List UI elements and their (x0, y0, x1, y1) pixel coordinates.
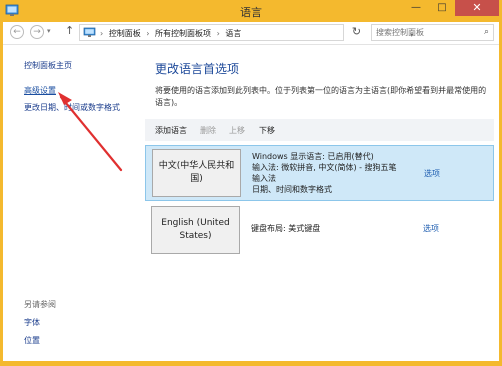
breadcrumb-language[interactable]: 语言 (225, 29, 241, 38)
annotation-arrow (58, 92, 123, 172)
breadcrumb-separator: › (146, 29, 150, 38)
language-row-english[interactable]: English (United States) 键盘布局: 美式键盘 选项 (145, 203, 494, 259)
language-name-tile[interactable]: 中文(中华人民共和国) (152, 149, 241, 197)
options-link[interactable]: 选项 (423, 223, 439, 234)
language-name-tile[interactable]: English (United States) (151, 206, 240, 254)
search-input[interactable] (376, 27, 471, 38)
title-bar: 语言 — □ ✕ (0, 0, 502, 22)
sidebar-link-fonts[interactable]: 字体 (24, 317, 40, 328)
address-bar[interactable]: › 控制面板 › 所有控制面板项 › 语言 ▾ (79, 24, 414, 41)
move-down-button[interactable]: 下移 (259, 125, 275, 136)
sidebar-link-location[interactable]: 位置 (24, 335, 40, 346)
language-detail-line: Windows 显示语言: 已启用(替代) (252, 152, 374, 161)
language-detail-line: 键盘布局: 美式键盘 (251, 224, 321, 233)
language-details: 键盘布局: 美式键盘 (251, 223, 320, 234)
main-panel: 更改语言首选项 将要使用的语言添加到此列表中。位于列表第一位的语言为主语言(即你… (140, 45, 499, 361)
back-button[interactable]: ← (10, 25, 24, 39)
breadcrumb-separator: › (100, 29, 104, 38)
forward-button[interactable]: → (30, 25, 44, 39)
control-panel-icon (83, 27, 96, 37)
see-also-heading: 另请参阅 (24, 300, 56, 309)
page-description: 将要使用的语言添加到此列表中。位于列表第一位的语言为主语言(即你希望看到并最常使… (155, 86, 487, 107)
breadcrumb-control-panel[interactable]: 控制面板 (109, 29, 141, 38)
language-detail-line: 输入法 (252, 174, 276, 183)
up-button[interactable]: ↑ (65, 24, 74, 37)
breadcrumb-all-items[interactable]: 所有控制面板项 (155, 29, 211, 38)
move-up-button[interactable]: 上移 (229, 125, 245, 136)
close-button[interactable]: ✕ (455, 0, 499, 16)
remove-button[interactable]: 删除 (200, 125, 216, 136)
language-detail-line: 输入法: 微软拼音, 中文(简体) - 搜狗五笔 (252, 163, 397, 172)
navigation-bar: ← → ▾ ↑ › 控制面板 › 所有控制面板项 › 语言 ▾ ↻ ⌕ (3, 22, 499, 45)
maximize-button[interactable]: □ (429, 0, 455, 16)
breadcrumb-separator: › (216, 29, 220, 38)
search-box[interactable]: ⌕ (371, 24, 494, 41)
search-icon[interactable]: ⌕ (484, 27, 489, 37)
add-language-button[interactable]: 添加语言 (155, 125, 187, 136)
content-area: 控制面板主页 高级设置 更改日期、时间或数字格式 另请参阅 字体 位置 更改语言… (3, 45, 499, 361)
options-link[interactable]: 选项 (424, 168, 440, 179)
refresh-button[interactable]: ↻ (348, 25, 365, 40)
recent-locations-dropdown[interactable]: ▾ (47, 27, 51, 35)
window: 语言 — □ ✕ ← → ▾ ↑ › 控制面板 › 所有控制面板项 › 语言 ▾… (0, 0, 502, 366)
language-row-chinese[interactable]: 中文(中华人民共和国) Windows 显示语言: 已启用(替代) 输入法: 微… (145, 145, 494, 201)
minimize-button[interactable]: — (403, 0, 429, 16)
language-details: Windows 显示语言: 已启用(替代) 输入法: 微软拼音, 中文(简体) … (252, 151, 397, 195)
language-detail-line: 日期、时间和数字格式 (252, 185, 332, 194)
page-title: 更改语言首选项 (155, 62, 240, 76)
language-toolbar: 添加语言 删除 上移 下移 (145, 119, 494, 141)
breadcrumb: › 控制面板 › 所有控制面板项 › 语言 (100, 28, 244, 39)
